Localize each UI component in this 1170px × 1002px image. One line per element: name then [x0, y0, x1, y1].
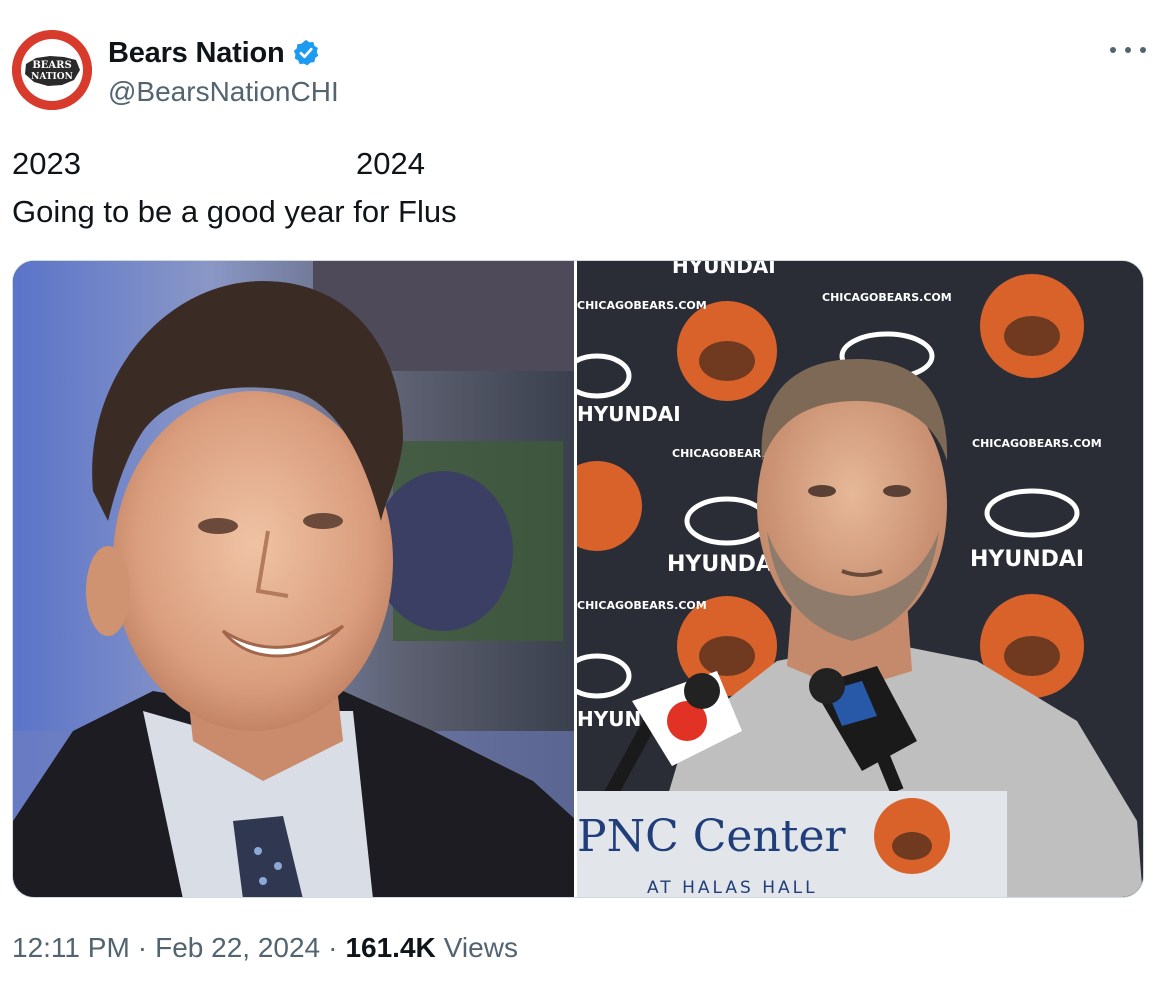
post-date[interactable]: Feb 22, 2024 [155, 932, 320, 964]
verified-badge-icon [293, 39, 318, 66]
post-time[interactable]: 12:11 PM [12, 932, 130, 964]
post-body: Going to be a good year for Flus [12, 194, 457, 229]
svg-text:CHICAGOBEARS.COM: CHICAGOBEARS.COM [577, 299, 707, 312]
svg-text:CHICAGOBEARS.COM: CHICAGOBEARS.COM [972, 437, 1102, 450]
views-label: Views [443, 932, 518, 963]
avatar[interactable]: BEARS NATION [12, 30, 92, 110]
year-right: 2024 [356, 146, 425, 181]
svg-text:HYUNDAI: HYUNDAI [667, 552, 781, 577]
man-at-press-conference-photo[interactable]: HYUNDAI HYUNDAI HYUNDAI HYUNDAI HYUNDAI … [577, 261, 1143, 897]
post-media[interactable]: HYUNDAI HYUNDAI HYUNDAI HYUNDAI HYUNDAI … [12, 260, 1144, 898]
svg-text:BEARS: BEARS [32, 60, 71, 71]
svg-text:HYUNDAI: HYUNDAI [577, 402, 681, 426]
more-horizontal-icon[interactable] [1110, 38, 1146, 62]
svg-text:HYUNDAI: HYUNDAI [970, 547, 1084, 572]
svg-text:NATION: NATION [31, 72, 73, 82]
author-names: Bears Nation @BearsNationCHI [108, 34, 339, 108]
svg-text:CHICAGOBEARS.COM: CHICAGOBEARS.COM [577, 599, 707, 612]
views-count[interactable]: 161.4K [345, 932, 435, 964]
separator: · [328, 932, 338, 963]
bears-nation-logo: BEARS NATION [12, 30, 92, 110]
man-in-suit-smiling-photo[interactable] [13, 261, 577, 897]
post-header: BEARS NATION Bears Nation @BearsNationCH… [12, 30, 1158, 114]
separator: · [137, 932, 148, 963]
display-name[interactable]: Bears Nation [108, 37, 285, 70]
post-text: 2023 2024 Going to be a good year for Fl… [12, 140, 457, 236]
post-meta: 12:11 PM · Feb 22, 2024 · 161.4K Views [12, 932, 518, 964]
svg-text:CHICAGOBEARS.COM: CHICAGOBEARS.COM [822, 291, 952, 304]
handle[interactable]: @BearsNationCHI [108, 76, 339, 108]
year-left: 2023 [12, 146, 81, 181]
svg-text:AT HALAS HALL: AT HALAS HALL [647, 878, 818, 897]
svg-text:HYUNDAI: HYUNDAI [672, 261, 776, 278]
svg-text:PNC Center: PNC Center [577, 811, 847, 862]
